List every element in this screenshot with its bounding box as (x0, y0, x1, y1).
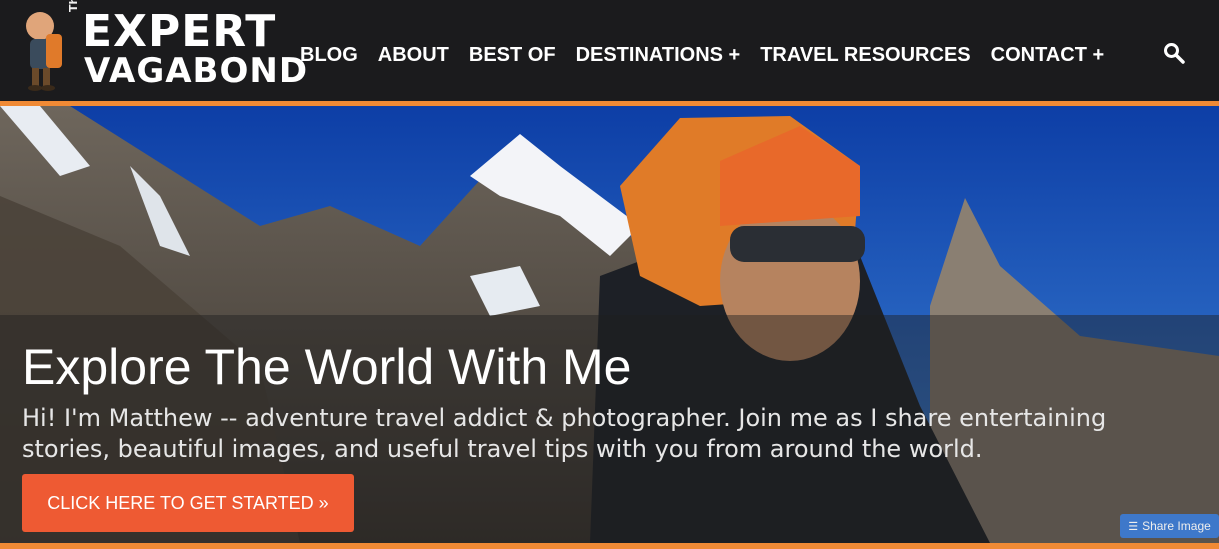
nav-item-blog[interactable]: BLOG (300, 44, 358, 67)
nav-item-destinations[interactable]: DESTINATIONS + (576, 44, 741, 67)
logo-line-2: VAGABOND (84, 51, 309, 91)
logo-line-1: EXPERT (82, 6, 277, 57)
share-image-button[interactable]: ☰ Share Image (1120, 514, 1219, 538)
site-header: The EXPERT VAGABOND BLOG ABOUT BEST OF D… (0, 0, 1219, 103)
nav-item-best-of[interactable]: BEST OF (469, 44, 556, 67)
hero-subtext: Hi! I'm Matthew -- adventure travel addi… (22, 404, 1107, 463)
site-logo[interactable]: The EXPERT VAGABOND (20, 0, 307, 92)
main-nav: BLOG ABOUT BEST OF DESTINATIONS + TRAVEL… (300, 40, 1124, 70)
nav-item-contact[interactable]: CONTACT + (991, 44, 1105, 67)
hero-banner: Explore The World With Me Hi! I'm Matthe… (0, 106, 1219, 543)
mascot-icon (26, 12, 62, 91)
get-started-button[interactable]: CLICK HERE TO GET STARTED » (22, 474, 354, 532)
layers-icon: ☰ (1128, 520, 1139, 533)
nav-item-about[interactable]: ABOUT (378, 44, 449, 67)
search-icon[interactable] (1162, 41, 1186, 65)
nav-item-travel-resources[interactable]: TRAVEL RESOURCES (760, 44, 970, 67)
share-image-label: Share Image (1142, 519, 1211, 533)
footer-accent-bar (0, 543, 1219, 549)
hero-headline: Explore The World With Me (22, 339, 632, 395)
logo-the: The (67, 0, 80, 12)
